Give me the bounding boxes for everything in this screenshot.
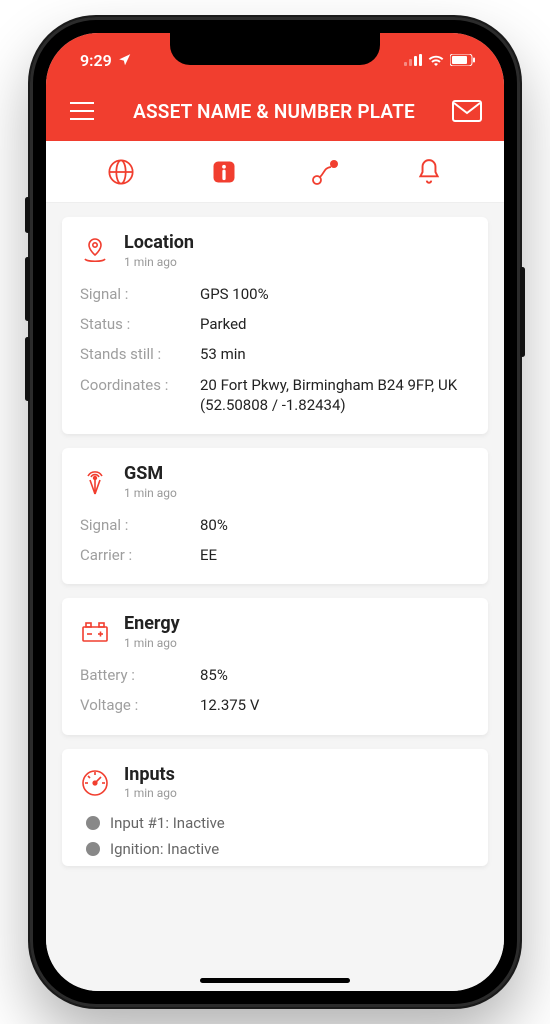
row-status: Status : Parked xyxy=(80,309,470,339)
gauge-icon xyxy=(80,768,110,798)
card-inputs-subtitle: 1 min ago xyxy=(124,786,177,800)
card-gsm-title: GSM xyxy=(124,464,177,484)
phone-frame: 9:29 xyxy=(30,17,520,1007)
wifi-icon xyxy=(428,54,444,66)
card-energy-title: Energy xyxy=(124,614,180,634)
location-arrow-icon xyxy=(118,53,132,67)
card-energy-subtitle: 1 min ago xyxy=(124,636,180,650)
battery-icon xyxy=(450,54,476,66)
card-inputs-title: Inputs xyxy=(124,765,177,785)
card-gsm: GSM 1 min ago Signal : 80% Carrier : EE xyxy=(62,448,488,584)
row-signal: Signal : GPS 100% xyxy=(80,279,470,309)
tab-map[interactable] xyxy=(101,152,141,192)
row-gsm-carrier: Carrier : EE xyxy=(80,540,470,570)
tab-route[interactable] xyxy=(306,152,346,192)
card-location-title: Location xyxy=(124,233,194,253)
card-location-subtitle: 1 min ago xyxy=(124,255,194,269)
row-input-1: Input #1: Inactive xyxy=(80,810,470,836)
card-energy: Energy 1 min ago Battery : 85% Voltage :… xyxy=(62,598,488,734)
row-coordinates: Coordinates : 20 Fort Pkwy, Birmingham B… xyxy=(80,370,470,421)
screen: 9:29 xyxy=(46,33,504,991)
location-pin-icon xyxy=(80,236,110,266)
tab-bar xyxy=(46,141,504,203)
card-gsm-subtitle: 1 min ago xyxy=(124,486,177,500)
row-battery: Battery : 85% xyxy=(80,660,470,690)
card-location: Location 1 min ago Signal : GPS 100% Sta… xyxy=(62,217,488,434)
tab-alerts[interactable] xyxy=(409,152,449,192)
app-header: ASSET NAME & NUMBER PLATE xyxy=(46,81,504,141)
row-ignition: Ignition: Inactive xyxy=(80,836,470,862)
row-voltage: Voltage : 12.375 V xyxy=(80,690,470,720)
status-dot-icon xyxy=(86,842,100,856)
status-dot-icon xyxy=(86,816,100,830)
mail-button[interactable] xyxy=(452,100,482,122)
cell-signal-icon xyxy=(404,54,422,66)
row-stands-still: Stands still : 53 min xyxy=(80,339,470,369)
content-scroll[interactable]: Location 1 min ago Signal : GPS 100% Sta… xyxy=(46,203,504,991)
status-time: 9:29 xyxy=(80,51,112,70)
row-gsm-signal: Signal : 80% xyxy=(80,510,470,540)
notch xyxy=(170,33,380,65)
antenna-icon xyxy=(80,467,110,497)
card-inputs: Inputs 1 min ago Input #1: Inactive Igni… xyxy=(62,749,488,867)
home-indicator[interactable] xyxy=(200,978,350,983)
menu-button[interactable] xyxy=(68,100,96,122)
battery-car-icon xyxy=(80,617,110,647)
header-title: ASSET NAME & NUMBER PLATE xyxy=(96,100,452,123)
tab-info[interactable] xyxy=(204,152,244,192)
